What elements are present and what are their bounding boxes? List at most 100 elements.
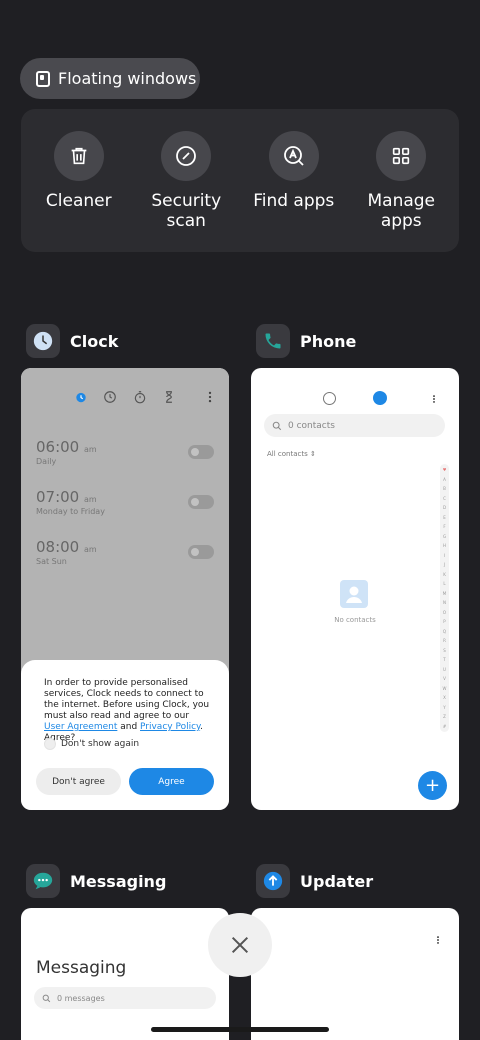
find-apps-label: Find apps (253, 191, 335, 211)
floating-windows-button[interactable]: Floating windows (20, 58, 200, 99)
trash-icon (71, 147, 87, 165)
alarm-time: 08:00 (36, 538, 80, 556)
more-options-icon[interactable] (429, 393, 439, 405)
updater-app-header[interactable]: Updater (256, 864, 373, 898)
clock-app-card[interactable]: 06:00 am Daily 07:00 am Monday to Friday… (21, 368, 229, 810)
alarm-repeat: Sat Sun (36, 557, 67, 566)
stopwatch-tab-icon[interactable] (133, 390, 147, 404)
manage-apps-button[interactable]: Manage apps (349, 109, 453, 252)
checkbox-circle[interactable] (44, 738, 56, 750)
add-contact-button[interactable]: + (418, 771, 447, 800)
index-letter: H (442, 543, 446, 549)
consent-dialog: In order to provide personalised service… (21, 660, 229, 810)
more-options-icon[interactable] (203, 390, 217, 404)
alphabet-index-scrollbar[interactable]: ♥ A B C D E F G H I J K L M N O P Q R S … (440, 464, 449, 732)
alarm-toggle[interactable] (188, 445, 214, 459)
grid-icon (393, 147, 410, 165)
find-apps-icon (283, 146, 304, 166)
contacts-tab-icon[interactable] (373, 391, 387, 405)
updater-app-card[interactable] (251, 908, 459, 1040)
index-letter: F (443, 524, 446, 530)
alarm-row[interactable]: 08:00 am Sat Sun (36, 538, 97, 566)
alarm-repeat: Daily (36, 457, 57, 466)
alarm-ampm: am (84, 445, 97, 454)
index-letter: I (443, 552, 446, 558)
security-scan-button[interactable]: Security scan (134, 109, 238, 252)
index-letter: W (442, 685, 447, 691)
updater-app-name: Updater (300, 871, 374, 891)
clock-app-icon (26, 324, 60, 358)
search-icon (272, 421, 282, 430)
alarm-ampm: am (84, 545, 97, 554)
messages-search-input[interactable]: 0 messages (34, 987, 216, 1009)
updater-app-icon (256, 864, 290, 898)
alarm-time: 06:00 (36, 438, 80, 456)
timer-tab-icon[interactable] (162, 390, 176, 404)
index-letter: L (443, 581, 446, 587)
alarm-time: 07:00 (36, 488, 80, 506)
manage-apps-label: Manage apps (367, 191, 436, 231)
alarm-tab-icon[interactable] (74, 390, 88, 404)
floating-window-icon (36, 70, 50, 87)
index-letter: J (443, 562, 446, 568)
update-arrow-icon (263, 871, 283, 891)
contacts-search-input[interactable]: 0 contacts (264, 414, 445, 437)
index-letter: K (443, 571, 446, 577)
clock-app-header[interactable]: Clock (26, 324, 118, 358)
privacy-policy-link[interactable]: Privacy Policy (140, 722, 200, 732)
index-letter: V (443, 676, 446, 682)
clear-all-button[interactable] (208, 913, 272, 977)
clock-icon (33, 331, 53, 351)
phone-app-icon (256, 324, 290, 358)
alarm-repeat: Monday to Friday (36, 507, 105, 516)
dont-show-again-label: Don't show again (61, 739, 140, 749)
alarm-toggle[interactable] (188, 545, 214, 559)
home-indicator[interactable] (151, 1027, 329, 1032)
clock-toolbar (21, 390, 229, 406)
messaging-app-card[interactable]: Messaging 0 messages (21, 908, 229, 1040)
security-scan-label: Security scan (151, 191, 222, 231)
cleaner-label: Cleaner (45, 191, 112, 211)
index-letter: Q (442, 628, 447, 634)
agree-button[interactable]: Agree (129, 768, 214, 795)
contacts-filter-dropdown[interactable]: All contacts ⇕ (267, 450, 316, 458)
security-scan-icon (176, 146, 197, 166)
index-letter: B (443, 486, 446, 492)
clock-app-name: Clock (70, 331, 119, 351)
phone-app-name: Phone (300, 331, 357, 351)
more-options-icon[interactable] (433, 934, 443, 946)
quick-actions-panel: Cleaner Security scan Find apps Manage a… (21, 109, 459, 252)
cleaner-button[interactable]: Cleaner (27, 109, 131, 252)
index-letter: T (443, 657, 446, 663)
index-letter: D (442, 505, 447, 511)
search-placeholder: 0 contacts (288, 420, 335, 431)
index-letter: N (443, 600, 446, 606)
index-letter: U (443, 666, 446, 672)
search-icon (42, 994, 51, 1002)
index-letter: R (443, 638, 446, 644)
user-agreement-link[interactable]: User Agreement (44, 722, 117, 732)
index-letter: M (442, 590, 447, 596)
index-letter: ♥ (442, 467, 447, 472)
close-icon (231, 936, 249, 954)
dont-show-again-checkbox[interactable]: Don't show again (44, 738, 139, 750)
phone-app-header[interactable]: Phone (256, 324, 356, 358)
search-placeholder: 0 messages (57, 993, 105, 1003)
call-log-tab-icon[interactable] (323, 392, 336, 405)
index-letter: O (442, 609, 447, 615)
index-letter: S (443, 647, 446, 653)
consent-message: In order to provide personalised service… (44, 678, 210, 743)
index-letter: Z (443, 714, 446, 720)
chat-bubble-icon (33, 872, 53, 890)
find-apps-button[interactable]: Find apps (242, 109, 346, 252)
world-clock-tab-icon[interactable] (103, 390, 117, 404)
index-letter: G (442, 533, 447, 539)
alarm-toggle[interactable] (188, 495, 214, 509)
dont-agree-button[interactable]: Don't agree (36, 768, 121, 795)
index-letter: E (443, 514, 446, 520)
index-letter: # (442, 723, 447, 729)
alarm-row[interactable]: 07:00 am Monday to Friday (36, 488, 105, 516)
phone-app-card[interactable]: 0 contacts All contacts ⇕ ♥ A B C D E F … (251, 368, 459, 810)
alarm-row[interactable]: 06:00 am Daily (36, 438, 97, 466)
messaging-app-header[interactable]: Messaging (26, 864, 166, 898)
